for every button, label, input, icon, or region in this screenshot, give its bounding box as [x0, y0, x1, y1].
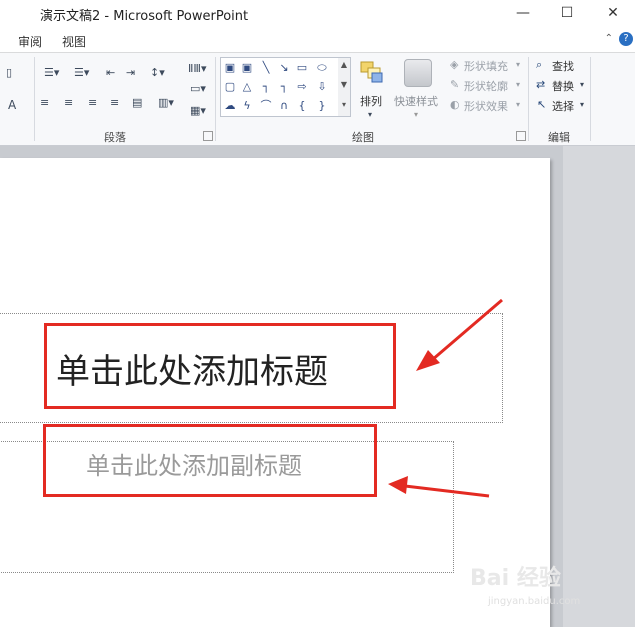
title-arrow — [416, 298, 503, 371]
watermark-logo: Bai 经验 — [470, 566, 561, 591]
annotation-arrows — [388, 298, 503, 498]
subtitle-arrow — [388, 476, 490, 498]
watermark-url: jingyan.baidu.com — [488, 596, 581, 607]
